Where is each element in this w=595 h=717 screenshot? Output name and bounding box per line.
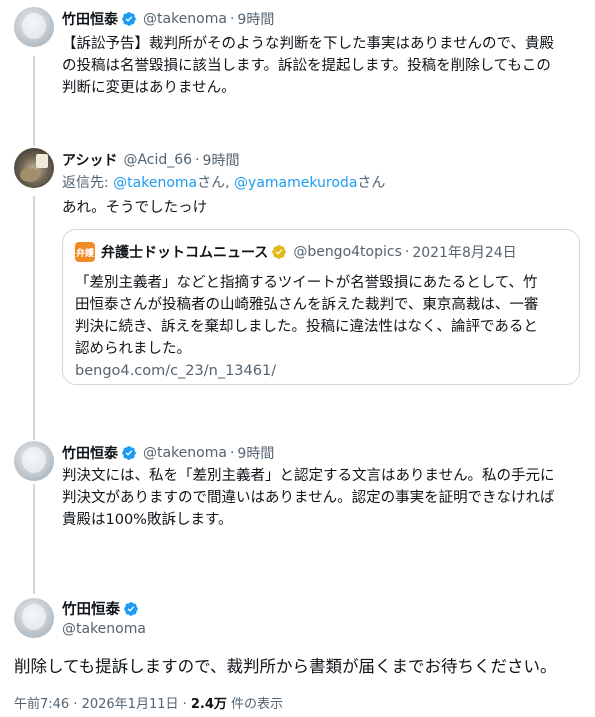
tweet-time[interactable]: 9時間 <box>203 150 240 170</box>
author-handle[interactable]: @takenoma <box>143 445 227 461</box>
verified-icon <box>122 446 136 460</box>
main-tweet-text: 削除しても提訴しますので、裁判所から書類が届くまでお待ちください。 <box>14 657 557 676</box>
tweet-timestamp[interactable]: 午前7:46 · 2026年1月11日 · <box>14 697 191 712</box>
quote-author-handle: @bengo4topics <box>293 244 402 260</box>
avatar[interactable] <box>14 441 54 481</box>
thread-line <box>33 56 35 146</box>
author-handle[interactable]: @takenoma <box>62 621 146 637</box>
quote-date: 2021年8月24日 <box>412 245 517 261</box>
tweet-text-line: 貴殿は100%敗訴します。 <box>62 512 233 528</box>
tweet-time[interactable]: 9時間 <box>237 9 274 29</box>
reply-to: 返信先: @takenomaさん, @yamamekurodaさん <box>62 172 582 194</box>
separator: · <box>195 152 200 168</box>
quote-tweet[interactable]: 弁護 弁護士ドットコムニュース @bengo4topics · 2021年8月2… <box>62 229 580 385</box>
author-name[interactable]: 竹田恒泰 <box>62 443 118 463</box>
author-handle[interactable]: @Acid_66 <box>123 152 192 168</box>
bengo4-logo-icon: 弁護 <box>75 242 95 262</box>
author-name[interactable]: 竹田恒泰 <box>62 9 118 29</box>
quote-text: 「差別主義者」などと指摘するツイートが名誉毀損にあたるとして、竹 田恒泰さんが投… <box>75 272 570 382</box>
quote-text-line: 判決に続き、訴えを棄却しました。投稿に違法性はなく、論評であると <box>75 319 538 335</box>
tweet-text-line: 判断に変更はありません。 <box>62 80 236 96</box>
thread-line <box>33 484 35 594</box>
quote-text-line: 田恒泰さんが投稿者の山崎雅弘さんを訴えた裁判で、東京高裁は、一審 <box>75 297 539 313</box>
reply-user-link[interactable]: @yamamekuroda <box>234 175 357 191</box>
separator: · <box>229 445 235 461</box>
author-name[interactable]: アシッド <box>62 150 117 170</box>
tweet-text-line: 判決文には、私を「差別主義者」と認定する文言はありません。私の手元に <box>62 468 555 484</box>
tweet-text: 【訴訟予告】裁判所がそのような判断を下した事実はありませんので、貴殿 の投稿は名… <box>62 33 582 99</box>
tweet-text-line: 判決文がありますので間違いはありません。認定の事実を証明できなければ <box>62 490 555 506</box>
quote-author-name: 弁護士ドットコムニュース <box>101 245 269 261</box>
views-count: 2.4万 <box>190 697 227 712</box>
tweet-text-line: 【訴訟予告】裁判所がそのような判断を下した事実はありませんので、貴殿 <box>62 36 554 52</box>
tweet-time[interactable]: 9時間 <box>237 443 274 463</box>
verified-icon <box>122 12 136 26</box>
quote-url-link[interactable]: bengo4.com/c_23/n_13461/ <box>75 360 570 382</box>
quote-text-line: 「差別主義者」などと指摘するツイートが名誉毀損にあたるとして、竹 <box>75 275 538 291</box>
verified-icon <box>124 601 138 616</box>
reply-suffix: さん <box>357 175 386 191</box>
reply-suffix: さん, <box>197 175 235 191</box>
tweet-text: あれ。そうでしたっけ <box>62 200 208 216</box>
separator: · <box>229 11 235 27</box>
tweet-meta: 午前7:46 · 2026年1月11日 · 2.4万 件の表示 <box>14 693 283 712</box>
avatar[interactable] <box>14 598 54 638</box>
avatar[interactable] <box>14 148 54 188</box>
reply-prefix: 返信先: <box>62 175 114 191</box>
quote-text-line: 認められました。 <box>75 341 191 357</box>
author-handle[interactable]: @takenoma <box>143 11 227 27</box>
views-label: 件の表示 <box>226 697 284 712</box>
thread-line <box>33 196 35 440</box>
avatar[interactable] <box>14 7 54 47</box>
verified-gold-icon <box>272 245 287 259</box>
reply-user-link[interactable]: @takenoma <box>113 175 197 191</box>
tweet-text: 判決文には、私を「差別主義者」と認定する文言はありません。私の手元に 判決文があ… <box>62 465 582 531</box>
author-name[interactable]: 竹田恒泰 <box>62 598 120 619</box>
tweet-text-line: の投稿は名誉毀損に該当します。訴訟を提起します。投稿を削除してもこの <box>62 58 551 74</box>
separator: · <box>404 244 410 260</box>
